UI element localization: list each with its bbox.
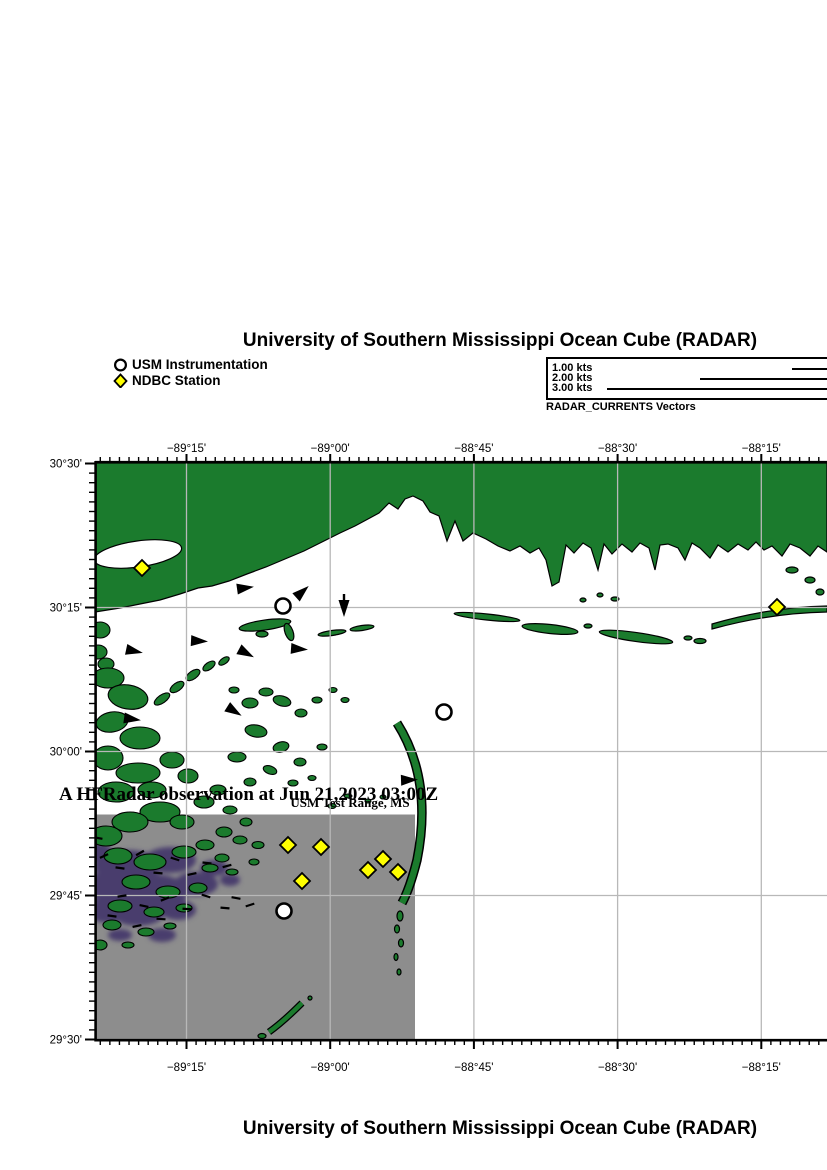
x-axis-label-bottom: −88°15' (742, 1062, 781, 1074)
map-annotation-subtitle: USM Test Range, MS (290, 795, 410, 810)
y-axis-label: 30°30' (50, 459, 82, 471)
x-axis-label-bottom: −88°30' (598, 1062, 637, 1074)
map-canvas: −89°15' −89°15' −89°00' −89°00' −88°45' −88°4… (50, 443, 827, 1074)
current-dash (202, 861, 212, 865)
x-axis-label-top: −89°15' (167, 443, 206, 455)
usm-station-marker (435, 703, 453, 721)
current-dash (153, 871, 163, 875)
current-dash (220, 906, 230, 910)
figure-canvas: University of Southern Mississippi Ocean… (0, 0, 827, 1170)
x-axis-label-bottom: −89°15' (167, 1062, 206, 1074)
y-axis-label: 29°30' (50, 1035, 82, 1047)
y-axis-label: 30°15' (50, 603, 82, 615)
y-axis-label: 29°45' (50, 891, 82, 903)
current-dash (156, 917, 166, 921)
x-axis-label-top: −88°15' (742, 443, 781, 455)
x-axis-label-top: −89°00' (311, 443, 350, 455)
usm-station-marker (275, 902, 293, 920)
current-dash (115, 866, 125, 870)
current-dash (117, 894, 127, 898)
current-dash (107, 914, 117, 918)
x-axis-label-top: −88°45' (454, 443, 493, 455)
current-dash (231, 896, 241, 900)
x-axis-label-bottom: −89°00' (311, 1062, 350, 1074)
usm-station-marker (274, 597, 292, 615)
figure-title-bottom: University of Southern Mississippi Ocean… (242, 1118, 758, 1139)
y-axis-label: 30°00' (50, 747, 82, 759)
x-axis-label-top: −88°30' (598, 443, 637, 455)
x-axis-label-bottom: −88°45' (454, 1062, 493, 1074)
